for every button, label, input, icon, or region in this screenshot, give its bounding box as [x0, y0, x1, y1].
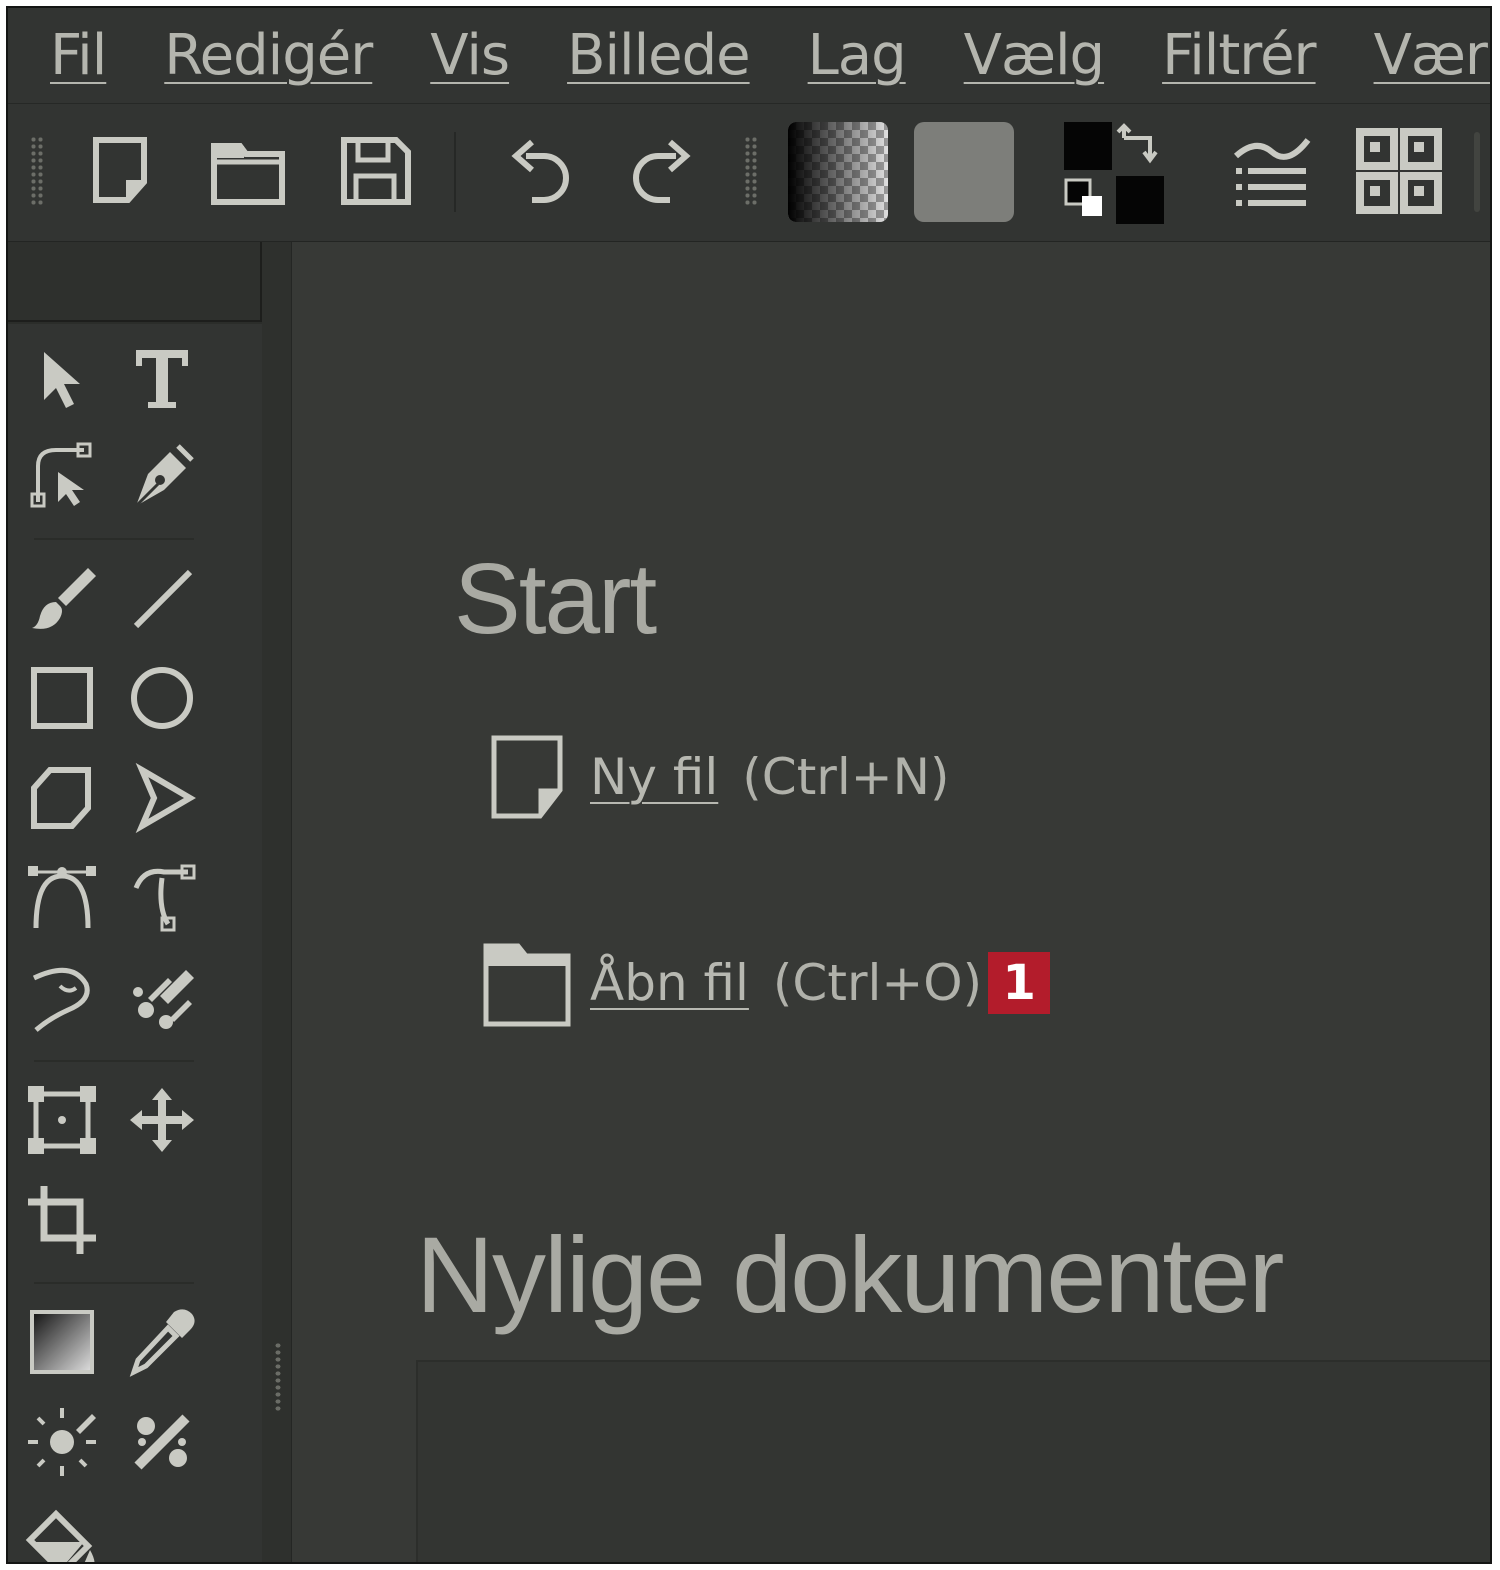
- new-file-icon: [491, 735, 563, 819]
- fg-bg-color-icon[interactable]: [1060, 118, 1170, 228]
- save-icon[interactable]: [330, 126, 420, 216]
- tool-separator: [34, 1282, 194, 1284]
- assistant-icon[interactable]: [122, 1402, 202, 1482]
- main-toolbar: [8, 104, 1490, 242]
- edit-shapes-icon[interactable]: [22, 436, 102, 516]
- pattern-preset-icon[interactable]: [914, 122, 1014, 222]
- new-file-shortcut: (Ctrl+N): [742, 748, 950, 806]
- toolbar-overflow[interactable]: [1474, 132, 1480, 212]
- freehand-brush-icon[interactable]: [22, 558, 102, 638]
- toolbar-grip-2[interactable]: [744, 136, 758, 206]
- toolbox-dock-header: [8, 242, 262, 322]
- bezier-icon[interactable]: [22, 858, 102, 938]
- menu-view[interactable]: Vis: [430, 23, 510, 88]
- dynamic-brush-icon[interactable]: [22, 958, 102, 1038]
- toolbar-separator: [454, 132, 456, 212]
- new-file-icon[interactable]: [78, 126, 168, 216]
- color-picker-icon[interactable]: [122, 1302, 202, 1382]
- gradient-preset-icon[interactable]: [788, 122, 888, 222]
- workspace-icon[interactable]: [1354, 126, 1444, 216]
- tool-separator: [34, 538, 194, 540]
- line-icon[interactable]: [122, 558, 202, 638]
- select-icon[interactable]: [22, 338, 102, 418]
- callout-badge: 1: [988, 952, 1051, 1014]
- open-file-shortcut: (Ctrl+O): [772, 954, 983, 1012]
- menu-layer[interactable]: Lag: [808, 23, 907, 88]
- smart-patch-icon[interactable]: [22, 1402, 102, 1482]
- krita-window: Fil Redigér Vis Billede Lag Vælg Filtrér…: [6, 6, 1492, 1564]
- dock-splitter[interactable]: [262, 242, 292, 1562]
- text-icon[interactable]: [122, 338, 202, 418]
- polygon-icon[interactable]: [22, 758, 102, 838]
- ellipse-icon[interactable]: [122, 658, 202, 738]
- fill-icon[interactable]: [22, 1502, 102, 1562]
- menu-select[interactable]: Vælg: [964, 23, 1105, 88]
- brush-settings-icon[interactable]: [1226, 126, 1316, 216]
- move-icon[interactable]: [122, 1080, 202, 1160]
- gradient-icon[interactable]: [22, 1302, 102, 1382]
- open-file-link[interactable]: Åbn fil (Ctrl+O) 1: [482, 938, 1051, 1028]
- menu-edit[interactable]: Redigér: [164, 23, 373, 88]
- multibrush-icon[interactable]: [122, 958, 202, 1038]
- toolbar-grip[interactable]: [30, 136, 44, 206]
- calligraphy-pen-icon[interactable]: [122, 436, 202, 516]
- open-file-icon[interactable]: [204, 126, 294, 216]
- crop-icon[interactable]: [22, 1180, 102, 1260]
- new-file-link[interactable]: Ny fil (Ctrl+N): [482, 732, 950, 822]
- splitter-grip[interactable]: [274, 1342, 282, 1412]
- menu-filter[interactable]: Filtrér: [1162, 23, 1316, 88]
- welcome-page: Start Ny fil (Ctrl+N) Åbn fil (Ctrl+O) 1…: [292, 242, 1490, 1562]
- redo-icon[interactable]: [616, 126, 706, 216]
- start-heading: Start: [454, 543, 657, 655]
- menu-image[interactable]: Billede: [567, 23, 751, 88]
- toolbox: [8, 324, 262, 1562]
- rectangle-icon[interactable]: [22, 658, 102, 738]
- freehand-path-icon[interactable]: [122, 858, 202, 938]
- polyline-icon[interactable]: [122, 758, 202, 838]
- transform-icon[interactable]: [22, 1080, 102, 1160]
- new-file-label[interactable]: Ny fil: [590, 748, 718, 806]
- menu-tools[interactable]: Værktø: [1374, 23, 1490, 88]
- open-file-icon: [483, 943, 571, 1027]
- recent-documents-heading: Nylige dokumenter: [416, 1214, 1284, 1335]
- tool-separator: [34, 1060, 194, 1062]
- recent-documents-list[interactable]: [416, 1360, 1490, 1562]
- menu-file[interactable]: Fil: [50, 23, 107, 88]
- undo-icon[interactable]: [496, 126, 586, 216]
- menu-bar: Fil Redigér Vis Billede Lag Vælg Filtrér…: [8, 8, 1490, 104]
- open-file-label[interactable]: Åbn fil: [590, 954, 749, 1012]
